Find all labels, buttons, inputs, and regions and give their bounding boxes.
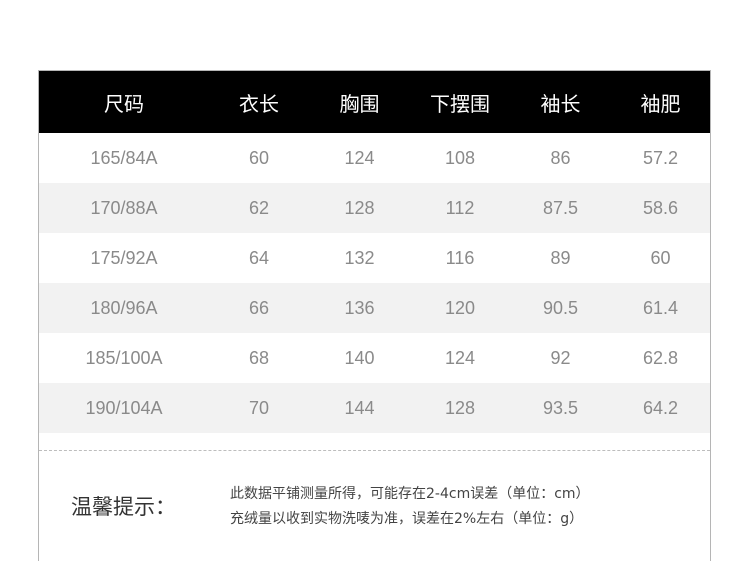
cell-chest: 144 [344,397,375,418]
cell-length: 66 [248,297,270,318]
tips-label: 温馨提示： [71,495,176,519]
cell-sleeve-length: 86 [550,147,571,168]
cell-sleeve-length: 89 [550,247,571,268]
header-sleeve-width: 袖肥 [640,91,681,116]
cell-chest: 136 [344,297,375,318]
table-row: 190/104A 70 144 128 93.5 64.2 [39,383,710,433]
cell-sleeve-width: 61.4 [642,297,679,318]
cell-sleeve-width: 60 [650,247,671,268]
cell-sleeve-length: 90.5 [542,297,579,318]
cell-length: 70 [248,397,270,418]
table-row: 180/96A 66 136 120 90.5 61.4 [39,283,710,333]
cell-hem: 108 [444,147,476,168]
cell-chest: 128 [344,197,375,218]
cell-length: 64 [248,247,270,268]
cell-sleeve-width: 58.6 [642,197,679,218]
cell-sleeve-length: 92 [550,347,571,368]
cell-sleeve-width: 62.8 [642,347,679,368]
header-length: 衣长 [239,91,279,116]
cell-length: 62 [248,197,270,218]
cell-size: 165/84A [90,147,158,168]
size-chart-panel: 尺码 衣长 胸围 下摆围 袖长 袖肥 165/84A 60 124 108 86… [38,70,711,561]
table-row: 175/92A 64 132 116 89 60 [39,233,710,283]
header-sleeve-length: 袖长 [540,91,581,116]
header-hem: 下摆围 [430,91,490,116]
table-row: 170/88A 62 128 112 87.5 58.6 [39,183,710,233]
tips-note: 此数据平铺测量所得，可能存在2-4cm误差（单位：cm） [230,486,590,502]
cell-sleeve-length: 87.5 [542,197,579,218]
table-row: 165/84A 60 124 108 86 57.2 [39,133,710,183]
tips-notes: 此数据平铺测量所得，可能存在2-4cm误差（单位：cm） 充绒量以收到实物洗唛为… [230,482,590,532]
cell-length: 60 [248,147,270,168]
cell-sleeve-width: 57.2 [642,147,679,168]
cell-sleeve-width: 64.2 [642,397,679,418]
cell-hem: 124 [444,347,476,368]
cell-chest: 132 [344,247,375,268]
table-row: 185/100A 68 140 124 92 62.8 [39,333,710,383]
cell-chest: 140 [344,347,375,368]
header-size: 尺码 [104,91,144,116]
cell-size: 185/100A [85,347,163,368]
cell-size: 180/96A [90,297,158,318]
cell-hem: 112 [445,197,475,218]
cell-size: 175/92A [90,247,158,268]
cell-hem: 116 [445,247,475,268]
cell-chest: 124 [344,147,375,168]
cell-size: 170/88A [90,197,158,218]
cell-length: 68 [248,347,270,368]
tips-note: 充绒量以收到实物洗唛为准，误差在2%左右（单位：g） [230,511,584,527]
header-chest: 胸围 [339,91,380,116]
dashed-divider [39,450,710,451]
cell-sleeve-length: 93.5 [542,397,579,418]
table-header: 尺码 衣长 胸围 下摆围 袖长 袖肥 [39,71,710,133]
cell-hem: 128 [444,397,476,418]
cell-size: 190/104A [85,397,163,418]
cell-hem: 120 [444,297,476,318]
